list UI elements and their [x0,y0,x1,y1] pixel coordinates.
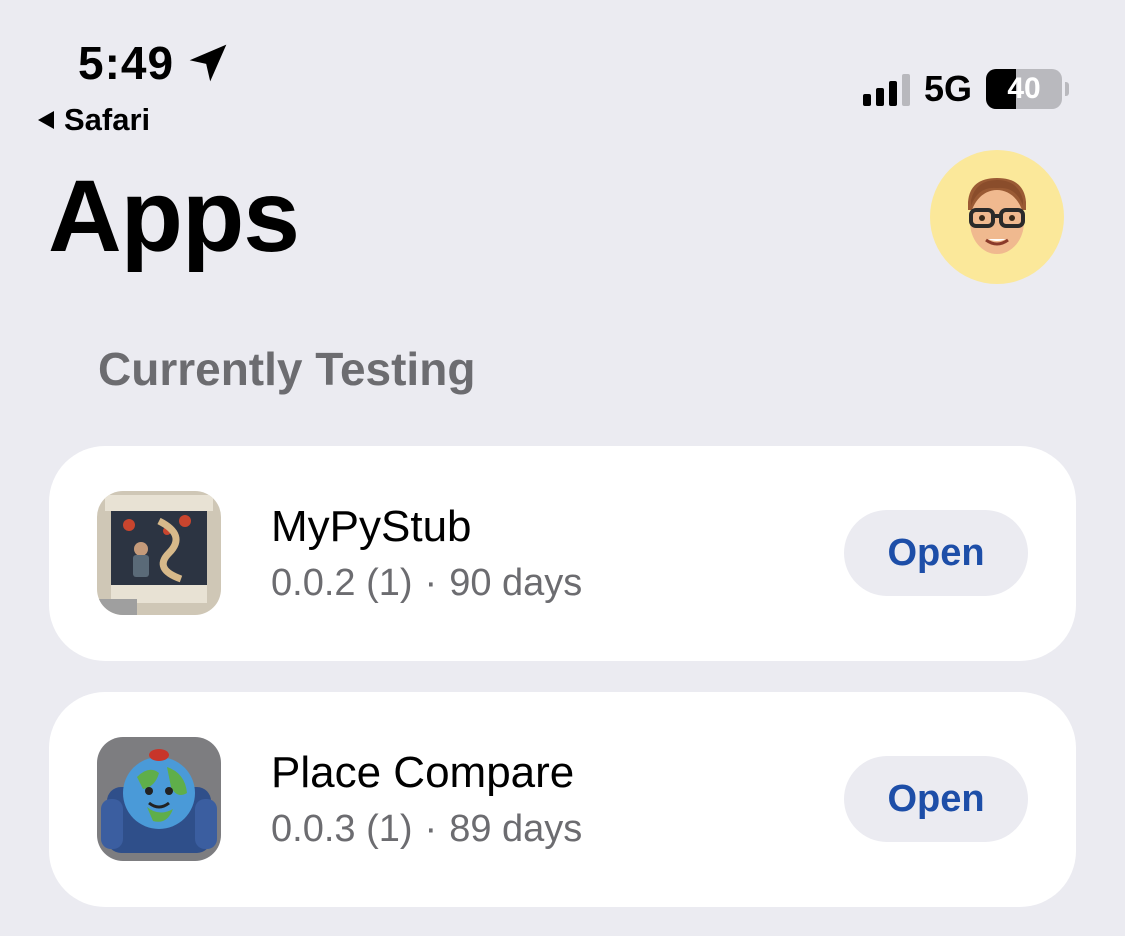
location-arrow-icon [189,44,227,82]
battery-icon: 40 [986,69,1069,109]
meta-separator: · [424,808,438,850]
back-triangle-icon [38,111,54,129]
app-meta: 0.0.3 (1) · 89 days [271,808,582,851]
app-days-remaining: 90 days [449,562,583,604]
memoji-avatar-icon [968,178,1026,254]
app-name: MyPyStub [271,502,472,551]
status-indicators: 5G 40 [862,68,1069,110]
open-button[interactable]: Open [844,756,1028,842]
cellular-signal-icon [862,72,910,106]
battery-percent: 40 [1007,72,1041,105]
account-avatar-button[interactable] [930,150,1064,284]
status-time: 5:49 [78,36,230,90]
app-version: 0.0.2 (1) [271,562,413,604]
section-title: Currently Testing [98,343,476,395]
page-title: Apps [48,159,300,273]
globe-armchair-icon [97,737,221,861]
network-type: 5G [923,68,972,109]
app-version: 0.0.3 (1) [271,808,413,850]
app-row-mypystub[interactable]: MyPyStub 0.0.2 (1) · 90 days Open [49,446,1076,661]
app-row-place-compare[interactable]: Place Compare 0.0.3 (1) · 89 days Open [49,692,1076,907]
meta-separator: · [424,562,438,604]
app-days-remaining: 89 days [449,808,583,850]
app-name: Place Compare [271,748,575,797]
app-meta: 0.0.2 (1) · 90 days [271,562,582,605]
open-button[interactable]: Open [844,510,1028,596]
back-label: Safari [64,102,151,137]
clock: 5:49 [78,37,175,89]
back-to-safari[interactable]: Safari [38,102,150,138]
ticket-poster-icon [97,491,221,615]
